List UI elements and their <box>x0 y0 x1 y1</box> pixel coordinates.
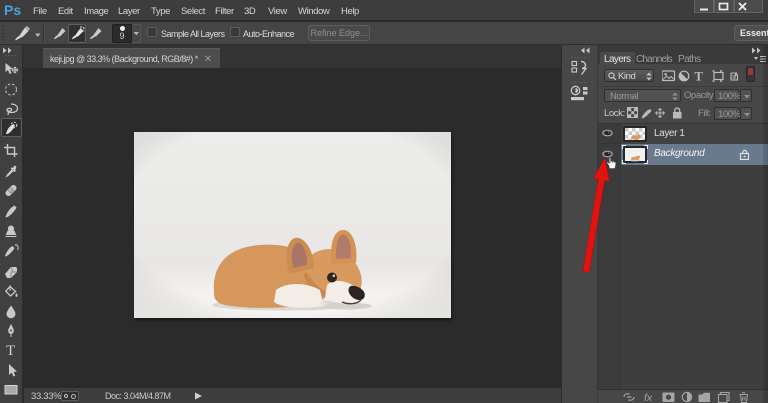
svg-text:fx: fx <box>644 392 653 403</box>
svg-text:T: T <box>6 343 15 357</box>
svg-text:T: T <box>695 70 704 82</box>
